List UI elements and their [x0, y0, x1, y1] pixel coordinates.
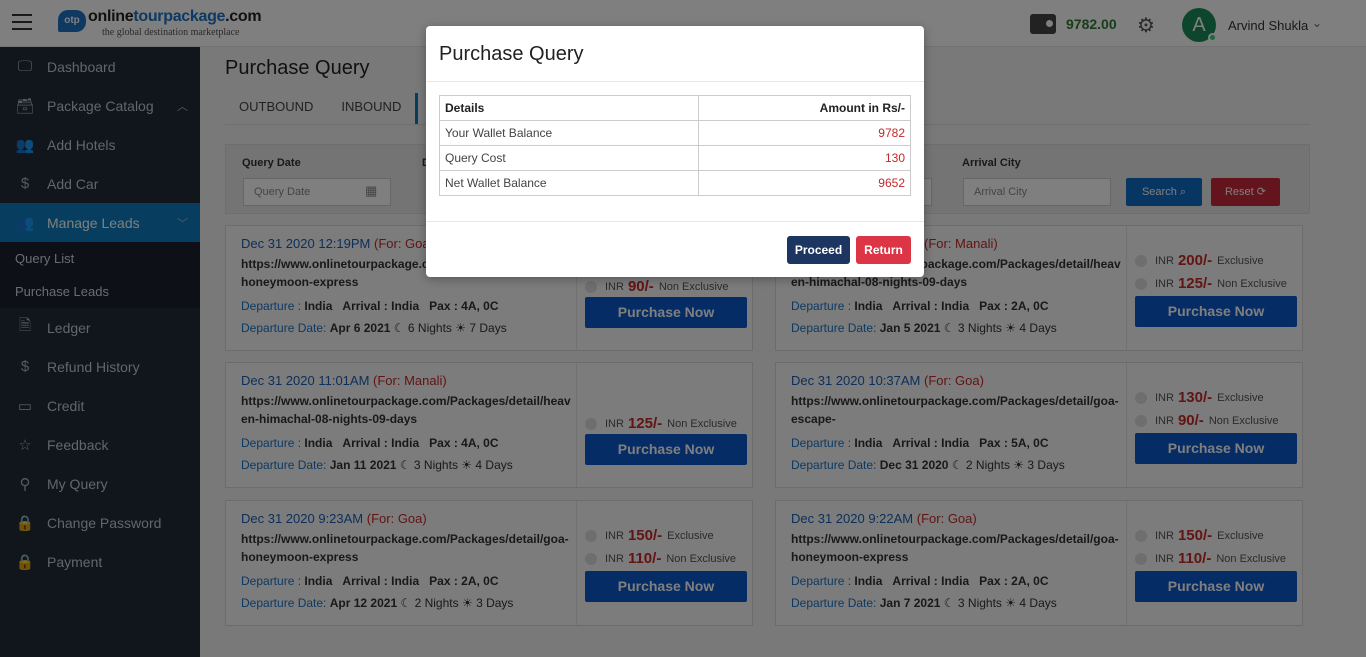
- row-value: 130: [698, 145, 911, 171]
- modal-footer-divider: [426, 221, 924, 222]
- row-value: 9652: [698, 170, 911, 196]
- modal-divider: [426, 81, 924, 82]
- table-header-row: Details Amount in Rs/-: [438, 95, 911, 121]
- column-header-amount: Amount in Rs/-: [698, 95, 911, 121]
- return-button[interactable]: Return: [856, 236, 911, 264]
- row-label: Your Wallet Balance: [438, 120, 700, 146]
- table-row: Net Wallet Balance 9652: [438, 170, 911, 196]
- column-header-details: Details: [438, 95, 700, 121]
- purchase-query-modal: Purchase Query Details Amount in Rs/- Yo…: [426, 26, 924, 277]
- balance-table: Details Amount in Rs/- Your Wallet Balan…: [438, 95, 911, 196]
- row-label: Net Wallet Balance: [438, 170, 700, 196]
- proceed-button[interactable]: Proceed: [787, 236, 850, 264]
- table-row: Query Cost 130: [438, 145, 911, 171]
- row-label: Query Cost: [438, 145, 700, 171]
- table-row: Your Wallet Balance 9782: [438, 120, 911, 146]
- modal-title: Purchase Query: [439, 43, 584, 65]
- row-value: 9782: [698, 120, 911, 146]
